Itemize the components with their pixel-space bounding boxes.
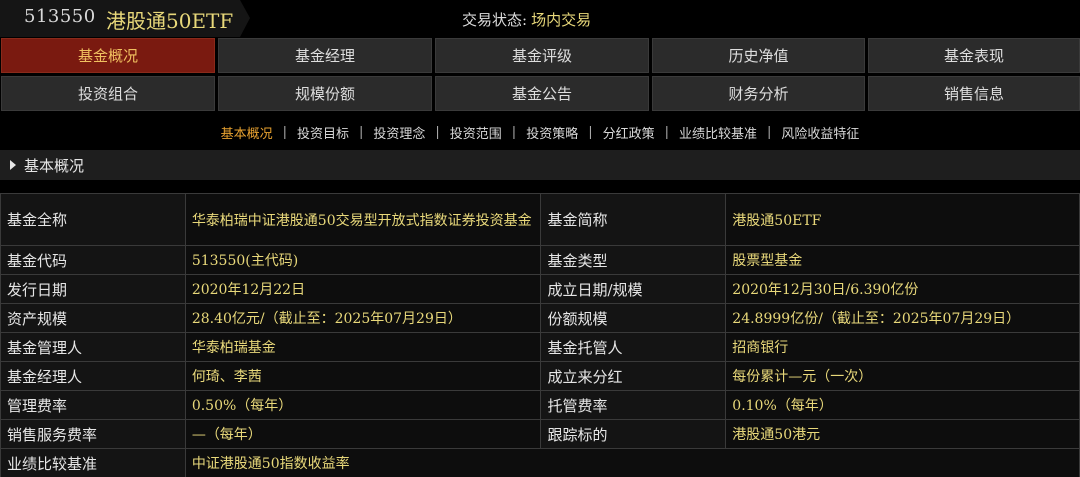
fund-title-box: 513550 港股通50ETF — [0, 0, 250, 37]
row-value: 0.10%（每年） — [725, 390, 1080, 420]
row-value: 华泰柏瑞中证港股通50交易型开放式指数证券投资基金 — [184, 193, 542, 246]
row-key: 基金托管人 — [540, 332, 727, 362]
row-value: 华泰柏瑞基金 — [184, 332, 542, 362]
row-key: 基金类型 — [540, 245, 727, 275]
tab-fund-manager[interactable]: 基金经理 — [218, 38, 432, 73]
section-title: 基本概况 — [24, 156, 85, 175]
table-row: 基金代码 513550(主代码) 基金类型 股票型基金 — [0, 245, 1080, 275]
fund-name: 港股通50ETF — [106, 9, 234, 33]
tab-scale-shares[interactable]: 规模份额 — [218, 76, 432, 111]
subnav-investment-philosophy[interactable]: 投资理念 — [363, 123, 435, 142]
row-key: 发行日期 — [0, 274, 186, 304]
main-tabs: 基金概况 基金经理 基金评级 历史净值 基金表现 投资组合 规模份额 基金公告 … — [0, 38, 1080, 113]
subnav-investment-scope[interactable]: 投资范围 — [440, 123, 512, 142]
table-row: 基金全称 华泰柏瑞中证港股通50交易型开放式指数证券投资基金 基金简称 港股通5… — [0, 193, 1080, 246]
subnav-investment-strategy[interactable]: 投资策略 — [516, 123, 588, 142]
trade-status-value: 场内交易 — [531, 11, 592, 29]
fund-header: 513550 港股通50ETF 交易状态: 场内交易 — [0, 0, 1080, 37]
row-key: 基金代码 — [0, 245, 186, 275]
row-value: 2020年12月30日/6.390亿份 — [725, 274, 1080, 304]
tab-fund-overview[interactable]: 基金概况 — [1, 38, 215, 73]
tab-financial-analysis[interactable]: 财务分析 — [652, 76, 865, 111]
row-key: 基金经理人 — [0, 361, 186, 391]
row-value: —（每年） — [184, 419, 542, 449]
table-row: 资产规模 28.40亿元/（截止至：2025年07月29日） 份额规模 24.8… — [0, 303, 1080, 333]
subnav-risk-return[interactable]: 风险收益特征 — [771, 123, 869, 142]
row-key: 成立来分红 — [540, 361, 727, 391]
tab-sales-info[interactable]: 销售信息 — [868, 76, 1080, 111]
table-row: 基金经理人 何琦、李茜 成立来分红 每份累计—元（一次） — [0, 361, 1080, 391]
tab-fund-performance[interactable]: 基金表现 — [868, 38, 1080, 73]
row-value: 0.50%（每年） — [184, 390, 542, 420]
fund-code: 513550 — [24, 6, 96, 27]
sub-nav: 基本概况 | 投资目标 | 投资理念 | 投资范围 | 投资策略 | 分红政策 … — [0, 117, 1080, 147]
subnav-basic-overview[interactable]: 基本概况 — [211, 123, 283, 142]
row-key: 管理费率 — [0, 390, 186, 420]
row-key: 份额规模 — [540, 303, 727, 333]
subnav-benchmark[interactable]: 业绩比较基准 — [669, 123, 767, 142]
row-value: 港股通50ETF — [725, 193, 1080, 246]
row-key: 销售服务费率 — [0, 419, 186, 449]
tab-fund-rating[interactable]: 基金评级 — [435, 38, 649, 73]
row-key: 基金全称 — [0, 193, 186, 246]
row-value: 2020年12月22日 — [184, 274, 542, 304]
table-row: 销售服务费率 —（每年） 跟踪标的 港股通50港元 — [0, 419, 1080, 449]
row-key: 基金管理人 — [0, 332, 186, 362]
tab-nav-history[interactable]: 历史净值 — [652, 38, 865, 73]
row-value: 513550(主代码) — [184, 245, 542, 275]
row-key: 跟踪标的 — [540, 419, 727, 449]
tab-announcements[interactable]: 基金公告 — [435, 76, 649, 111]
row-value: 24.8999亿份/（截止至：2025年07月29日） — [725, 303, 1080, 333]
row-key: 资产规模 — [0, 303, 186, 333]
row-value: 股票型基金 — [725, 245, 1080, 275]
table-row: 管理费率 0.50%（每年） 托管费率 0.10%（每年） — [0, 390, 1080, 420]
section-header: 基本概况 — [0, 150, 1080, 180]
row-value: 招商银行 — [725, 332, 1080, 362]
trade-status-label: 交易状态: — [462, 11, 528, 29]
row-value: 每份累计—元（一次） — [725, 361, 1080, 391]
table-row: 发行日期 2020年12月22日 成立日期/规模 2020年12月30日/6.3… — [0, 274, 1080, 304]
table-row: 基金管理人 华泰柏瑞基金 基金托管人 招商银行 — [0, 332, 1080, 362]
row-key: 业绩比较基准 — [0, 448, 186, 477]
caret-right-icon — [10, 160, 16, 170]
row-key: 成立日期/规模 — [540, 274, 727, 304]
trade-status: 交易状态: 场内交易 — [462, 9, 591, 30]
row-value: 何琦、李茜 — [184, 361, 542, 391]
row-key: 基金简称 — [540, 193, 727, 246]
fund-info-table: 基金全称 华泰柏瑞中证港股通50交易型开放式指数证券投资基金 基金简称 港股通5… — [0, 193, 1080, 477]
row-value: 港股通50港元 — [725, 419, 1080, 449]
table-row: 业绩比较基准 中证港股通50指数收益率 — [0, 448, 1080, 477]
subnav-investment-objective[interactable]: 投资目标 — [287, 123, 359, 142]
subnav-dividend-policy[interactable]: 分红政策 — [593, 123, 665, 142]
row-value: 中证港股通50指数收益率 — [184, 448, 1080, 477]
row-value: 28.40亿元/（截止至：2025年07月29日） — [184, 303, 542, 333]
row-key: 托管费率 — [540, 390, 727, 420]
tab-portfolio[interactable]: 投资组合 — [1, 76, 215, 111]
